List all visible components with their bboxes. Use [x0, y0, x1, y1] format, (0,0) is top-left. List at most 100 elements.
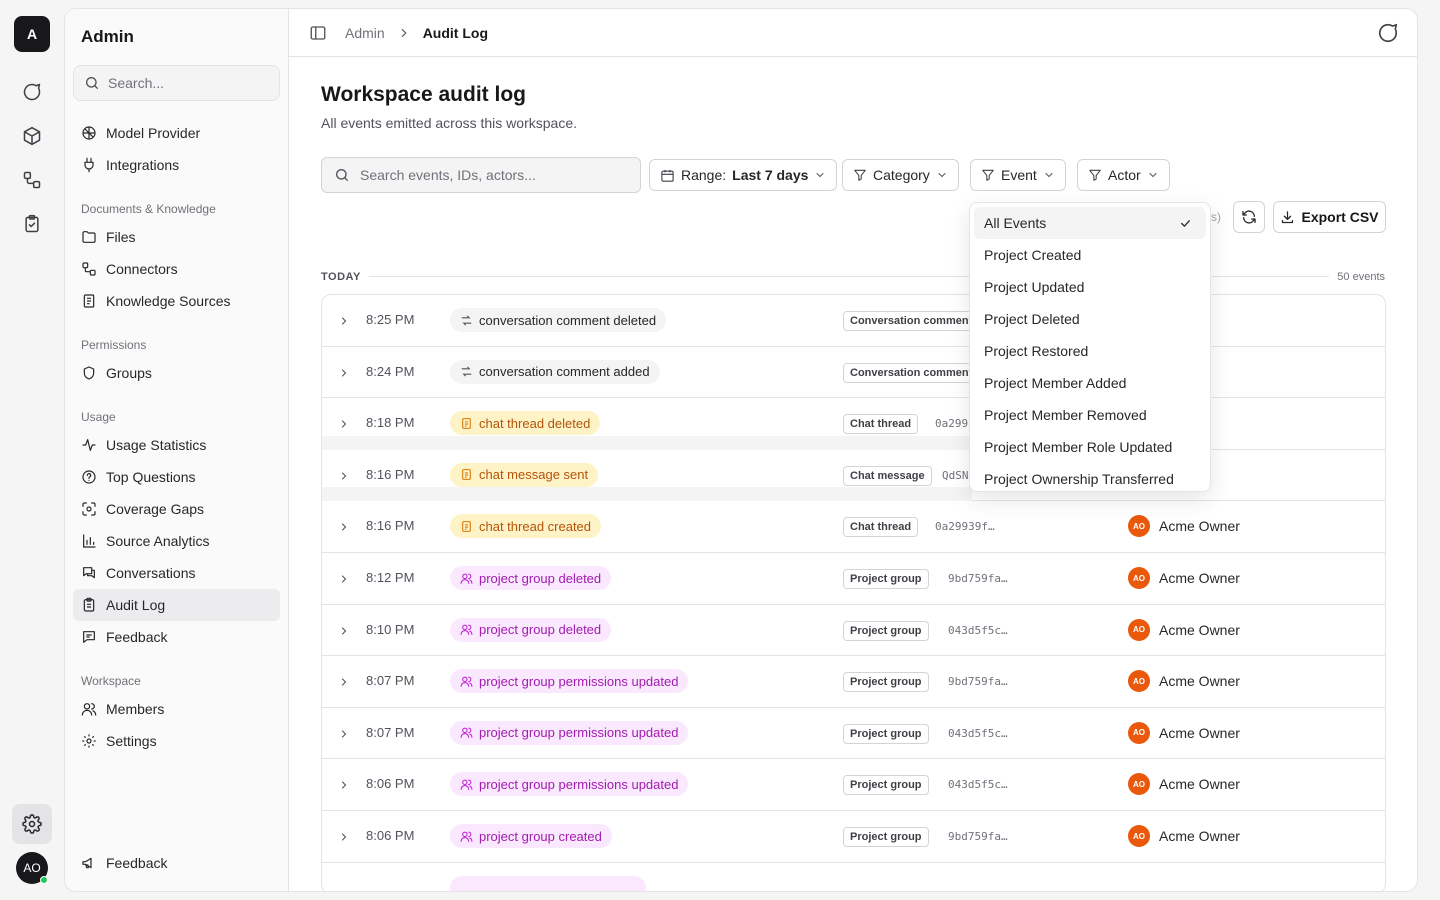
- sidebar-item-groups[interactable]: Groups: [73, 357, 280, 389]
- gear-icon: [22, 814, 42, 834]
- actor-name: Acme Owner: [1159, 724, 1240, 741]
- plug-icon: [84, 157, 94, 173]
- event-type-badge: chat message sent: [450, 462, 599, 487]
- sidebar-item-coverage-gaps[interactable]: Coverage Gaps: [73, 493, 280, 525]
- sidebar-item-label: Knowledge Sources: [106, 293, 231, 309]
- refresh-button[interactable]: [1233, 201, 1265, 233]
- event-option[interactable]: Project Ownership Transferred: [974, 463, 1206, 491]
- event-filter-dropdown: All Events Project Created Project Updated…: [969, 202, 1211, 492]
- sidebar-item-label: Feedback: [106, 629, 168, 645]
- event-option[interactable]: Project Created: [974, 239, 1206, 271]
- resource-id: 043d5f5c…: [948, 623, 1008, 637]
- actor-cell: AO Acme Owner: [1128, 515, 1240, 538]
- sidebar-item-top-questions[interactable]: Top Questions: [73, 461, 280, 493]
- clipboard-check-icon[interactable]: [20, 212, 44, 236]
- table-row[interactable]: 8:07 PM project group permissions updated…: [322, 708, 1385, 760]
- sidebar-feedback-button[interactable]: Feedback: [73, 847, 280, 879]
- scan-icon: [82, 502, 96, 516]
- actor-name: Acme Owner: [1159, 776, 1240, 793]
- chat-icon[interactable]: [20, 80, 44, 104]
- range-filter-button[interactable]: Range: Last 7 days: [649, 159, 838, 191]
- sidebar-item-integrations[interactable]: Integrations: [73, 149, 280, 181]
- expand-chevron-icon[interactable]: [338, 417, 350, 433]
- chevron-right-icon: [401, 28, 407, 37]
- sidebar-item-usage-statistics[interactable]: Usage Statistics: [73, 429, 280, 461]
- event-option[interactable]: Project Updated: [974, 271, 1206, 303]
- table-row[interactable]: 8:25 PM conversation comment deleted Conve…: [322, 295, 1385, 347]
- users-icon: [81, 703, 97, 716]
- sidebar-item-source-analytics[interactable]: Source Analytics: [73, 525, 280, 557]
- expand-chevron-icon[interactable]: [338, 727, 350, 743]
- chevron-down-icon: [1045, 173, 1053, 178]
- table-row[interactable]: 8:24 PM conversation comment added Convers…: [322, 347, 1385, 399]
- event-option[interactable]: Project Member Added: [974, 367, 1206, 399]
- page-title: Workspace audit log: [321, 83, 526, 106]
- app-frame: Admin Search... Model Provider Integrati…: [64, 8, 1418, 892]
- expand-chevron-icon[interactable]: [338, 314, 350, 330]
- chat-doc-icon: [462, 417, 471, 429]
- table-row[interactable]: 8:06 PM project group created Project grou…: [322, 811, 1385, 863]
- event-type-badge: conversation comment added: [450, 359, 660, 384]
- event-option[interactable]: All Events: [974, 207, 1206, 239]
- sidebar-item-model-provider[interactable]: Model Provider: [73, 117, 280, 149]
- sidebar-item-settings[interactable]: Settings: [73, 725, 280, 757]
- table-row-partial: [322, 863, 1385, 891]
- resource-id: 9bd759fa…: [948, 572, 1008, 585]
- sidebar-item-files[interactable]: Files: [73, 221, 280, 253]
- sidebar-item-label: Groups: [106, 365, 152, 381]
- table-row[interactable]: 8:07 PM project group permissions updated…: [322, 656, 1385, 708]
- resource-type-badge: Conversation comment: [843, 311, 980, 331]
- bar-chart-icon: [83, 534, 96, 548]
- expand-chevron-icon[interactable]: [338, 624, 350, 640]
- sidebar-item-feedback[interactable]: Feedback: [73, 621, 280, 653]
- table-row[interactable]: 8:06 PM project group permissions updated…: [322, 759, 1385, 811]
- workspace-logo[interactable]: A: [14, 16, 50, 52]
- table-row[interactable]: 8:16 PM chat thread created Chat thread 0a2…: [322, 501, 1385, 553]
- sidebar-item-knowledge-sources[interactable]: Knowledge Sources: [73, 285, 280, 317]
- box-icon[interactable]: [20, 124, 44, 148]
- sidebar-item-members[interactable]: Members: [73, 693, 280, 725]
- table-row[interactable]: 8:12 PM project group deleted Project grou…: [322, 553, 1385, 605]
- workflow-icon[interactable]: [20, 168, 44, 192]
- sidebar-toggle-icon[interactable]: [309, 24, 327, 42]
- event-option[interactable]: Project Restored: [974, 335, 1206, 367]
- actor-filter-button[interactable]: Actor: [1077, 159, 1170, 191]
- assistant-chat-icon[interactable]: [1377, 22, 1399, 47]
- expand-chevron-icon[interactable]: [338, 830, 350, 846]
- table-row[interactable]: 8:10 PM project group deleted Project grou…: [322, 605, 1385, 657]
- expand-chevron-icon[interactable]: [338, 675, 350, 691]
- users-icon: [460, 779, 473, 790]
- expand-chevron-icon[interactable]: [338, 469, 350, 485]
- admin-sidebar: Admin Search... Model Provider Integrati…: [65, 9, 289, 891]
- sidebar-item-audit-log[interactable]: Audit Log: [73, 589, 280, 621]
- expand-chevron-icon[interactable]: [338, 778, 350, 794]
- event-type-badge: chat thread deleted: [450, 411, 601, 436]
- sidebar-item-conversations[interactable]: Conversations: [73, 557, 280, 589]
- connectors-icon: [82, 262, 96, 276]
- expand-chevron-icon[interactable]: [338, 366, 350, 382]
- event-option[interactable]: Project Deleted: [974, 303, 1206, 335]
- export-csv-button[interactable]: Export CSV: [1273, 201, 1386, 233]
- event-option-label: Project Member Removed: [984, 407, 1147, 423]
- events-search-input[interactable]: Search events, IDs, actors...: [321, 157, 641, 193]
- rail-settings-button[interactable]: [12, 804, 52, 844]
- expand-chevron-icon[interactable]: [338, 520, 350, 536]
- filter-icon: [982, 169, 994, 181]
- sidebar-search-input[interactable]: Search...: [73, 65, 280, 101]
- sidebar-item-connectors[interactable]: Connectors: [73, 253, 280, 285]
- chat-doc-icon: [462, 469, 471, 481]
- expand-chevron-icon[interactable]: [338, 572, 350, 588]
- refresh-icon: [1242, 210, 1256, 224]
- category-filter-button[interactable]: Category: [842, 159, 959, 191]
- sidebar-item-label: Conversations: [106, 565, 196, 581]
- sidebar-title: Admin: [81, 27, 134, 46]
- range-value: Last 7 days: [732, 167, 809, 183]
- event-type-label: project group permissions updated: [479, 725, 679, 741]
- audit-log-table: 8:25 PM conversation comment deleted Conve…: [321, 294, 1386, 891]
- event-option[interactable]: Project Member Role Updated: [974, 431, 1206, 463]
- event-option[interactable]: Project Member Removed: [974, 399, 1206, 431]
- actor-cell: AO Acme Owner: [1128, 825, 1240, 847]
- event-filter-button[interactable]: Event: [970, 159, 1066, 191]
- breadcrumb-admin[interactable]: Admin: [345, 25, 385, 41]
- megaphone-icon: [82, 857, 92, 869]
